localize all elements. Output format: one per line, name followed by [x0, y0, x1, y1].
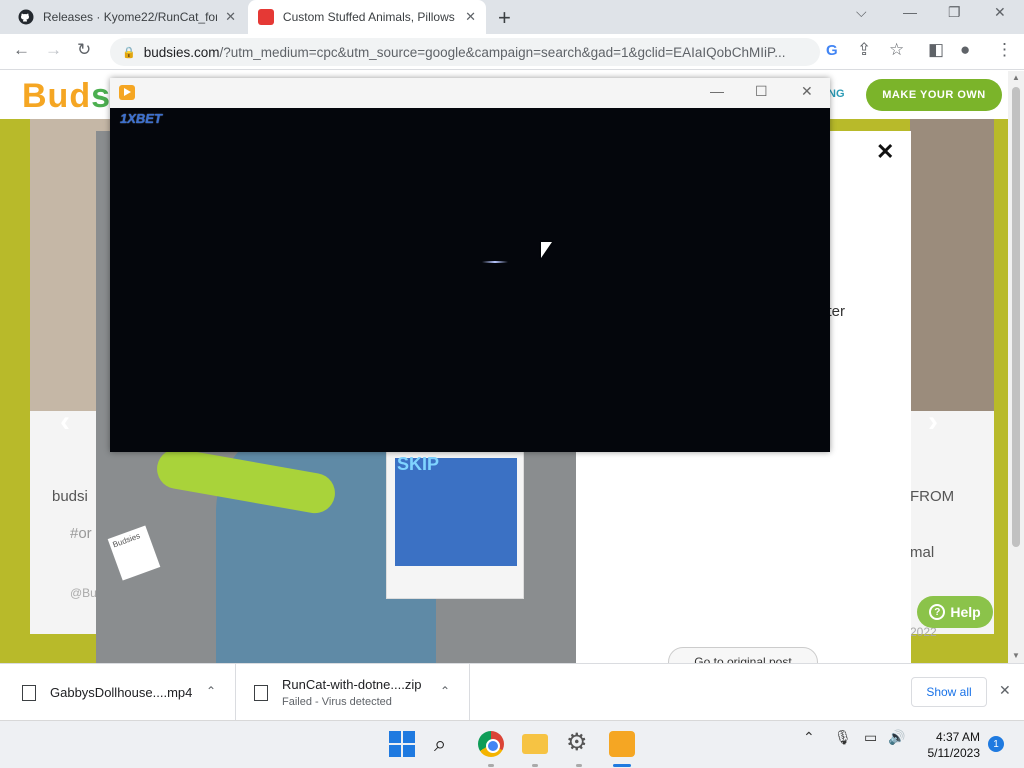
new-tab-button[interactable]: +: [498, 5, 511, 31]
download-options-icon[interactable]: ⌃: [206, 684, 216, 698]
card-handle: @Bu: [70, 586, 97, 600]
url-domain: budsies.com: [143, 44, 220, 60]
tab-budsies[interactable]: Custom Stuffed Animals, Pillows ✕: [248, 0, 486, 34]
video-file-icon: [22, 684, 36, 701]
back-icon[interactable]: ←: [13, 40, 30, 60]
tab-label: Custom Stuffed Animals, Pillows: [282, 10, 455, 24]
minimize-icon[interactable]: —: [903, 4, 917, 20]
running-indicator: [576, 764, 582, 767]
tab-runcat-releases[interactable]: Releases · Kyome22/RunCat_for_ ✕: [8, 0, 246, 34]
card-text: FROM: [910, 488, 955, 505]
tab-close-icon[interactable]: ✕: [225, 9, 236, 25]
menu-kebab-icon[interactable]: ⋮: [996, 40, 1013, 60]
photo-drawing: SKIP: [386, 449, 524, 599]
forward-icon[interactable]: →: [45, 40, 62, 60]
card-text: mal: [910, 544, 935, 561]
running-indicator: [488, 764, 494, 767]
running-indicator: [532, 764, 538, 767]
url-path: /?utm_medium=cpc&utm_source=google&campa…: [219, 44, 786, 60]
side-panel-icon[interactable]: ◧: [928, 40, 944, 60]
clock-time: 4:37 AM: [935, 730, 980, 744]
scroll-up-icon[interactable]: ▲: [1012, 73, 1020, 82]
help-label: Help: [950, 604, 981, 620]
download-item[interactable]: GabbysDollhouse....mp4 ⌃: [0, 664, 236, 721]
download-status: Failed - Virus detected: [282, 696, 392, 708]
download-shelf: GabbysDollhouse....mp4 ⌃ RunCat-with-dot…: [0, 663, 1024, 721]
budsies-favicon-icon: [258, 9, 274, 25]
media-player-taskbar-icon[interactable]: [609, 731, 635, 757]
lock-icon[interactable]: 🔒: [122, 46, 136, 59]
google-lens-icon[interactable]: G: [826, 42, 838, 59]
profile-avatar-icon[interactable]: ●: [960, 40, 970, 60]
restore-icon[interactable]: ❐: [948, 4, 961, 21]
close-window-icon[interactable]: ✕: [994, 4, 1006, 21]
logo-part: Bud: [22, 77, 92, 115]
next-arrow-icon[interactable]: ›: [928, 405, 938, 439]
video-light-glint: [482, 261, 508, 263]
download-filename: GabbysDollhouse....mp4: [50, 685, 193, 700]
player-minimize-icon[interactable]: —: [710, 83, 724, 99]
make-your-own-button[interactable]: MAKE YOUR OWN: [866, 79, 1002, 111]
page-scrollbar[interactable]: ▲ ▼: [1008, 71, 1024, 663]
player-app-icon: [119, 85, 135, 100]
gallery-card-right[interactable]: FROM mal 2022: [910, 119, 994, 639]
url-text[interactable]: budsies.com/?utm_medium=cpc&utm_source=g…: [144, 45, 820, 60]
player-maximize-icon[interactable]: ☐: [755, 83, 768, 100]
download-filename: RunCat-with-dotne....zip: [282, 677, 422, 692]
microphone-icon[interactable]: 🎙: [834, 729, 852, 746]
download-item[interactable]: RunCat-with-dotne....zip Failed - Virus …: [236, 664, 470, 721]
card-hashtag: #or: [70, 525, 92, 542]
zip-file-icon: [254, 684, 268, 701]
github-icon: [18, 9, 34, 25]
scroll-down-icon[interactable]: ▼: [1012, 651, 1020, 660]
video-surface[interactable]: 1XBET: [110, 108, 830, 452]
scrollbar-thumb[interactable]: [1012, 87, 1020, 547]
drawing-title: SKIP: [397, 454, 440, 474]
search-icon[interactable]: ⌕: [434, 731, 460, 757]
active-indicator: [613, 764, 631, 767]
modal-close-icon[interactable]: ✕: [876, 139, 894, 165]
chrome-icon[interactable]: [478, 731, 504, 757]
windows-start-icon[interactable]: [389, 731, 415, 757]
question-icon: ?: [929, 604, 946, 620]
network-icon[interactable]: ▭: [864, 729, 877, 746]
clock-date: 5/11/2023: [927, 746, 981, 760]
help-button[interactable]: ? Help: [917, 596, 993, 628]
share-icon[interactable]: ⇪: [857, 40, 871, 60]
player-titlebar[interactable]: — ☐ ✕: [110, 78, 830, 108]
notification-badge[interactable]: 1: [988, 736, 1004, 752]
prev-arrow-icon[interactable]: ‹: [60, 405, 70, 439]
bookmark-star-icon[interactable]: ☆: [889, 40, 904, 60]
volume-icon[interactable]: 🔊: [888, 729, 905, 746]
logo-part: s: [91, 77, 112, 115]
tray-overflow-icon[interactable]: ⌃: [803, 729, 815, 746]
close-download-shelf-icon[interactable]: ✕: [999, 682, 1011, 699]
card-image: [910, 119, 994, 411]
photo-tag: Budsies: [107, 525, 161, 581]
file-explorer-icon[interactable]: [522, 734, 548, 754]
settings-gear-icon[interactable]: ⚙: [566, 728, 592, 756]
download-options-icon[interactable]: ⌃: [440, 684, 450, 698]
tab-search-icon[interactable]: ⌵: [856, 4, 867, 21]
tab-strip: Releases · Kyome22/RunCat_for_ ✕ Custom …: [0, 0, 1024, 34]
video-player-window[interactable]: — ☐ ✕ 1XBET: [110, 78, 830, 452]
tab-close-icon[interactable]: ✕: [465, 9, 476, 25]
system-clock[interactable]: 4:37 AM 5/11/2023: [912, 729, 981, 761]
address-bar[interactable]: 🔒 budsies.com/?utm_medium=cpc&utm_source…: [110, 38, 820, 66]
nav-link[interactable]: NG: [828, 88, 845, 100]
card-text: budsi: [52, 488, 88, 505]
tab-label: Releases · Kyome22/RunCat_for_: [43, 10, 218, 24]
reload-icon[interactable]: ↻: [77, 40, 91, 60]
browser-toolbar: ← → ↻ 🔒 budsies.com/?utm_medium=cpc&utm_…: [0, 34, 1024, 70]
go-to-original-post-button[interactable]: Go to original post: [668, 647, 818, 663]
video-watermark: 1XBET: [120, 111, 162, 126]
show-all-downloads-button[interactable]: Show all: [911, 677, 987, 707]
player-close-icon[interactable]: ✕: [801, 83, 813, 100]
mouse-cursor-icon: [541, 242, 552, 258]
windows-taskbar: ⌕ ⚙ ⌃ 🎙 ▭ 🔊 4:37 AM 5/11/2023 1: [0, 720, 1024, 768]
